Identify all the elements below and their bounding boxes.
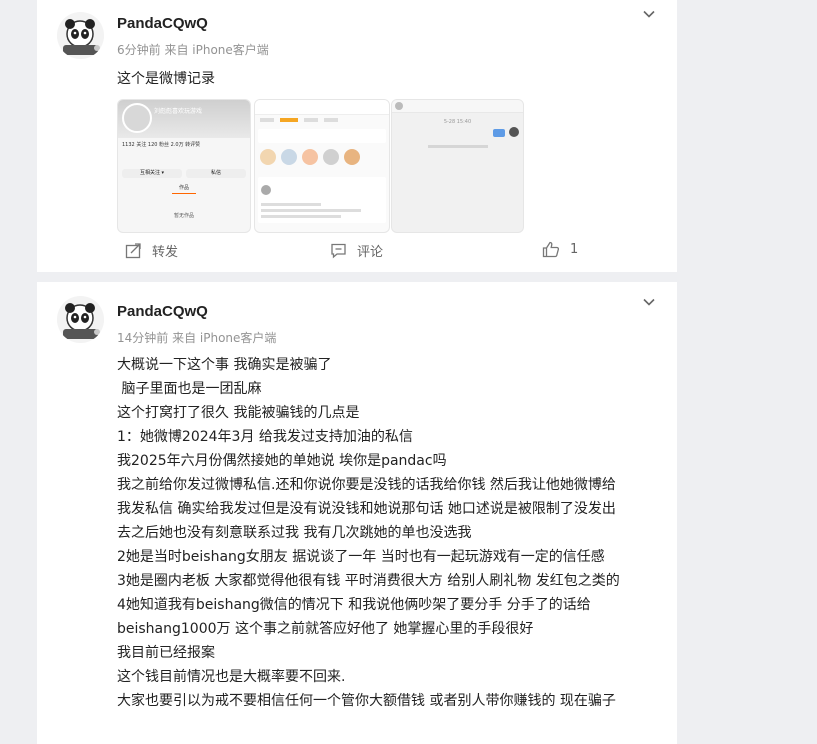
profile-name: 刘彪彪喜欢玩游戏 (154, 108, 203, 115)
post-text-line: 我2025年六月份偶然接她的单她说 埃你是pandac吗 (117, 453, 447, 469)
mini-avatar (122, 103, 152, 133)
works-tab: 作品 (178, 185, 189, 191)
post-text-line: 去之后她也没有刻意联系过我 我有几次跳她的单也没选我 (117, 525, 472, 541)
image-thumbnail-feed[interactable] (254, 99, 390, 233)
post-text-line: 1：她微博2024年3月 给我发过支持加油的私信 (117, 429, 413, 445)
profile-banner: 刘彪彪喜欢玩游戏 (118, 100, 250, 138)
chat-date: 5-28 15:40 (443, 119, 472, 125)
post-text-line: 这个钱目前情况也是大概率要不回来. (117, 669, 346, 685)
post-meta: 6分钟前 来自 iPhone客户端 (117, 43, 269, 57)
post-text-line: 脑子里面也是一团乱麻 (117, 381, 262, 397)
chat-bubble (493, 129, 505, 137)
post-text-line: 我之前给你发过微博私信.还和你说你要是没钱的话我给你钱 然后我让他她微博给 (117, 477, 616, 493)
post-text-line: 大家也要引以为戒不要相信任何一个管你大额借钱 或者别人带你赚钱的 现在骗子 (117, 693, 616, 709)
message-mini-button: 私信 (186, 169, 246, 178)
repost-label: 转发 (152, 245, 179, 260)
post-text-line: 我目前已经报案 (117, 645, 215, 661)
post-text: 这个是微博记录 (117, 71, 215, 87)
tab-underline (172, 193, 196, 194)
like-count: 1 (570, 242, 579, 257)
chevron-down-icon[interactable] (641, 294, 657, 310)
post-text-line: 大概说一下这个事 我确实是被骗了 (117, 357, 332, 373)
post-text-line: 这个打窝打了很久 我能被骗钱的几点是 (117, 405, 360, 421)
repost-icon (125, 243, 141, 259)
image-thumbnail-profile[interactable]: 刘彪彪喜欢玩游戏 1132 关注 120 粉丝 2.0万 转评赞 互相关注 ▾ … (117, 99, 251, 233)
comment-label: 评论 (357, 245, 384, 260)
weibo-post-2: PandaCQwQ 14分钟前 来自 iPhone客户端 大概说一下这个事 我确… (37, 282, 677, 744)
avatar[interactable] (57, 296, 104, 343)
weibo-post-1: PandaCQwQ 6分钟前 来自 iPhone客户端 这个是微博记录 刘彪彪喜… (37, 0, 677, 272)
chat-system-text (428, 145, 488, 148)
post-text-line: 4她知道我有beishang微信的情况下 和我说他俩吵架了要分手 分手了的话给 (117, 597, 591, 613)
repost-button[interactable]: 转发 (125, 241, 178, 260)
chevron-down-icon[interactable] (641, 6, 657, 22)
empty-works-label: 暂无作品 (173, 213, 194, 219)
post-text-line: beishang1000万 这个事之前就答应好他了 她掌握心里的手段很好 (117, 621, 534, 637)
like-button[interactable]: 1 (542, 241, 578, 258)
avatar[interactable] (57, 12, 104, 59)
image-thumbnail-chat[interactable]: 5-28 15:40 (391, 99, 524, 233)
feed-search-bar (255, 100, 389, 115)
comment-icon (331, 243, 346, 259)
post-text-line: 3她是圈内老板 大家都觉得他很有钱 平时消费很大方 给别人刷礼物 发红包之类的 (117, 573, 620, 589)
post-text-line: 2她是当时beishang女朋友 据说谈了一年 当时也有一起玩游戏有一定的信任感 (117, 549, 605, 565)
follow-mini-button: 互相关注 ▾ (122, 169, 182, 178)
comment-button[interactable]: 评论 (330, 241, 383, 260)
username[interactable]: PandaCQwQ (117, 303, 208, 320)
post-actions: 转发 评论 1 (37, 235, 677, 271)
username[interactable]: PandaCQwQ (117, 15, 208, 32)
profile-stats: 1132 关注 120 粉丝 2.0万 转评赞 (122, 142, 201, 148)
post-meta: 14分钟前 来自 iPhone客户端 (117, 331, 277, 345)
thumbs-up-icon (542, 241, 560, 258)
chat-avatar (509, 127, 519, 137)
post-text: 大概说一下这个事 我确实是被骗了 脑子里面也是一团乱麻 这个打窝打了很久 我能被… (117, 353, 657, 713)
post-text-line: 我发私信 确实给我发过但是没有说没钱和她说那句话 她口述说是被限制了没发出 (117, 501, 616, 517)
